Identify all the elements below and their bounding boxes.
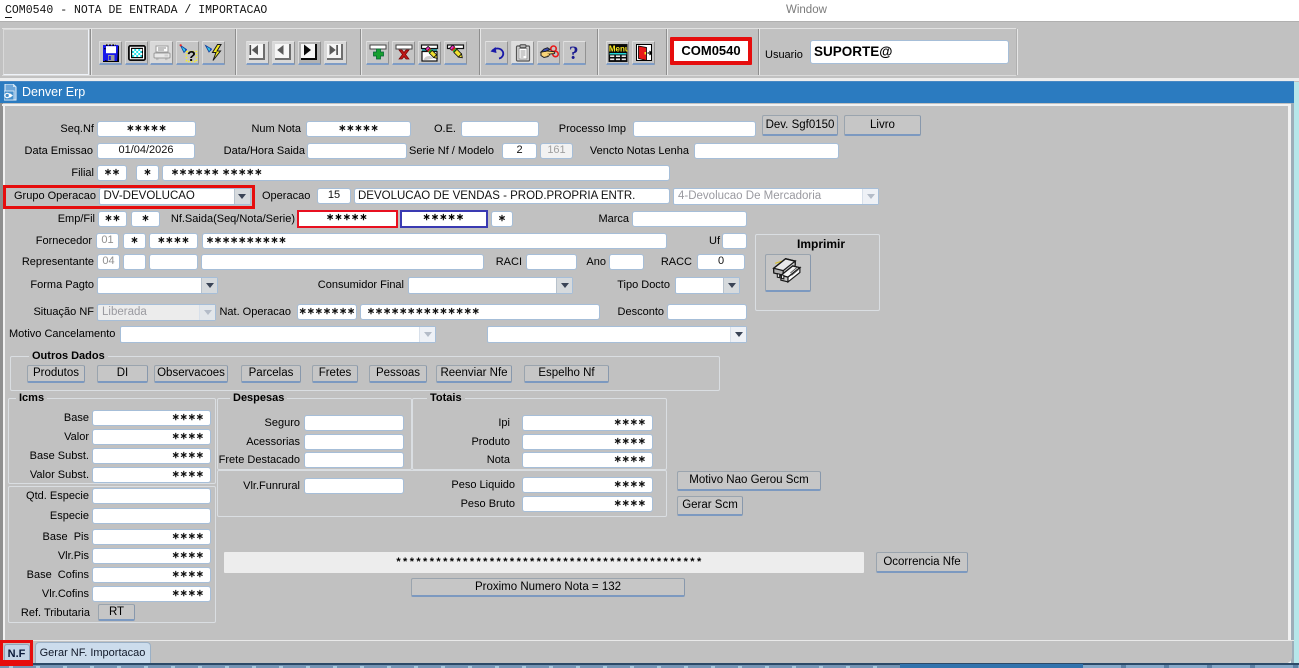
svg-text:?: ? bbox=[187, 49, 196, 63]
svg-text:Menu: Menu bbox=[608, 44, 627, 53]
svg-text:?: ? bbox=[569, 43, 579, 62]
